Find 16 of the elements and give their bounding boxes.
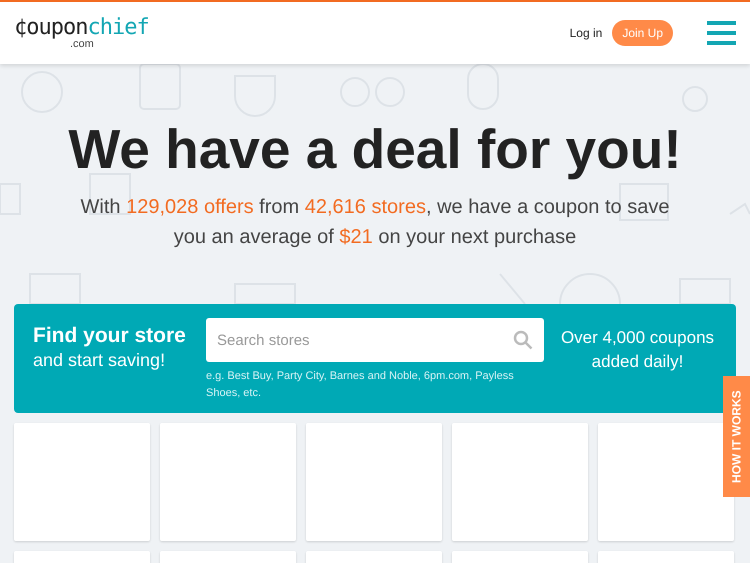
hero-title: We have a deal for you!: [67, 117, 683, 182]
menu-icon[interactable]: [707, 21, 736, 45]
search-field[interactable]: Search stores: [206, 318, 544, 362]
site-logo[interactable]: ¢ouponchief .com: [14, 16, 149, 50]
login-link[interactable]: Log in: [570, 26, 602, 40]
store-card[interactable]: [598, 423, 734, 541]
search-heading: Find your store: [33, 324, 187, 348]
search-hint: e.g. Best Buy, Party City, Barnes and Noble, 6pm.com, Payless Shoes, etc.: [206, 369, 515, 401]
search-icon[interactable]: [513, 330, 533, 350]
store-card[interactable]: [452, 423, 588, 541]
hero-subtitle: With 129,028 offers from 42,616 stores, we have a coupon to save you an average of $21 on your next purchase: [80, 195, 670, 250]
promo-text: Over 4,000 coupons added daily!: [560, 327, 716, 373]
store-card[interactable]: [306, 423, 442, 541]
search-subheading: and start saving!: [33, 350, 166, 371]
store-card[interactable]: [14, 423, 150, 541]
store-card[interactable]: [160, 423, 296, 541]
